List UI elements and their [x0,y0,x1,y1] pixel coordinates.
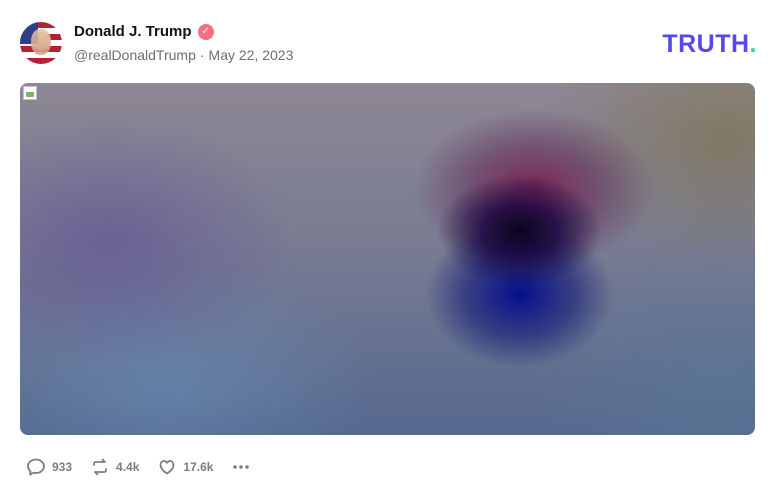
avatar[interactable] [20,22,62,64]
post-date[interactable]: May 22, 2023 [209,46,294,64]
reply-button[interactable]: 933 [26,457,72,477]
author-display-name[interactable]: Donald J. Trump [74,23,192,41]
meta-separator: · [199,47,205,63]
post-header: Donald J. Trump ✓ @realDonaldTrump · May… [20,20,757,66]
ellipsis-icon [233,465,250,469]
retruth-count: 4.4k [116,460,140,474]
truth-social-logo[interactable]: TRUTH. [662,30,757,58]
post-actions: 933 4.4k 17.6k [26,457,251,477]
reply-icon [27,458,45,476]
broken-image-icon [23,86,37,100]
like-count: 17.6k [183,460,214,474]
post-image[interactable] [20,83,755,435]
retruth-button[interactable]: 4.4k [90,457,139,477]
more-options-button[interactable] [231,457,251,477]
reply-count: 933 [52,460,73,474]
logo-dot: . [749,30,757,58]
verified-badge-icon: ✓ [197,24,214,40]
avatar-face [31,29,51,55]
retruth-icon [93,458,107,476]
heart-icon [159,460,175,475]
author-name-row: Donald J. Trump ✓ [74,23,214,41]
author-handle[interactable]: @realDonaldTrump [74,46,196,64]
author-meta-row: @realDonaldTrump · May 22, 2023 [74,46,293,64]
logo-text: TRUTH [662,30,750,58]
like-button[interactable]: 17.6k [157,457,213,477]
